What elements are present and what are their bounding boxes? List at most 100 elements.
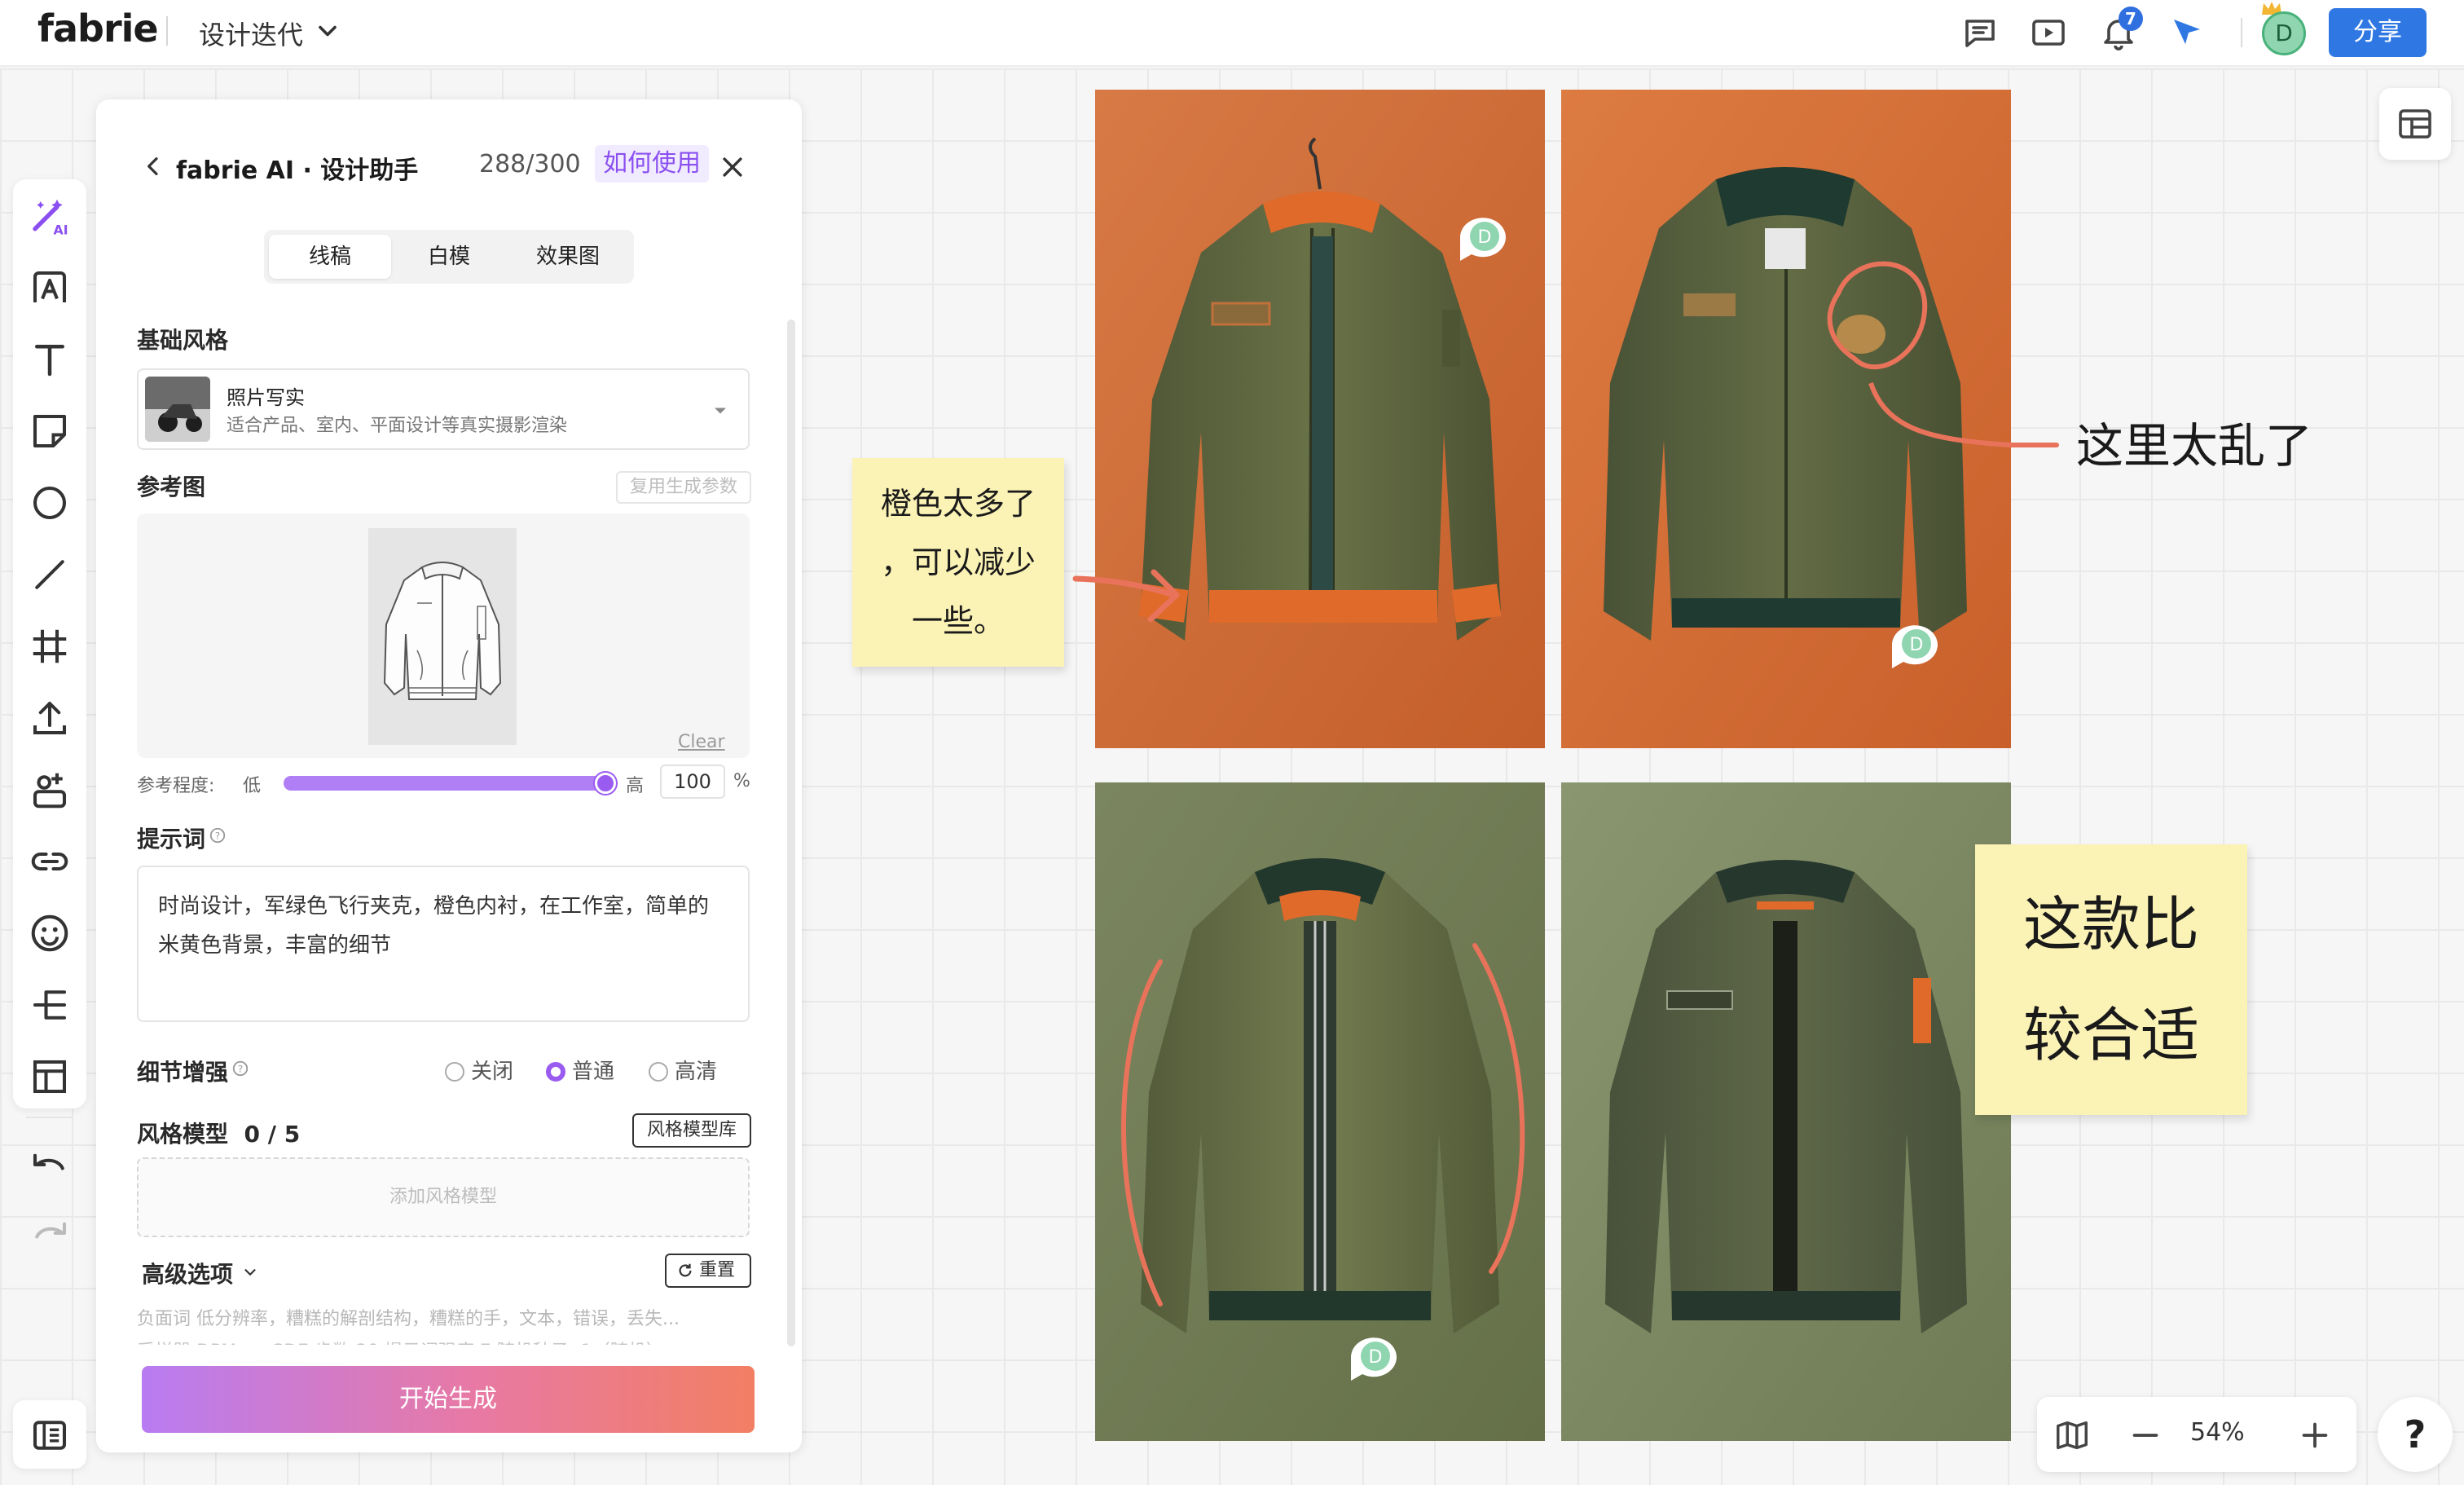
reference-image-label: 参考图 — [137, 474, 206, 500]
svg-text:?: ? — [215, 831, 220, 842]
mind-map-icon[interactable] — [28, 983, 72, 1027]
close-icon[interactable] — [719, 153, 746, 181]
reset-label: 重置 — [699, 1260, 736, 1280]
table-layout-icon — [2399, 109, 2431, 139]
sticky-note-icon[interactable] — [28, 409, 72, 453]
style-model-library-button[interactable]: 风格模型库 — [632, 1113, 751, 1148]
add-style-model-button[interactable]: 添加风格模型 — [137, 1157, 750, 1237]
sticky-note-line: 一些。 — [911, 603, 1005, 639]
jacket-image-2[interactable] — [1561, 90, 2011, 748]
slider-high-label: 高 — [626, 776, 645, 796]
jacket-photo — [1561, 90, 2011, 748]
annotation-arrow — [1072, 569, 1180, 623]
ai-magic-icon[interactable]: AI — [28, 194, 72, 238]
svg-text:?: ? — [238, 1064, 243, 1075]
reference-degree-slider[interactable] — [284, 776, 609, 791]
table-icon[interactable] — [28, 1055, 72, 1099]
style-model-label: 风格模型 0 / 5 — [137, 1121, 301, 1148]
chat-icon[interactable] — [1960, 13, 2000, 52]
back-icon[interactable] — [140, 153, 166, 179]
redo-icon[interactable] — [28, 1211, 72, 1255]
project-title[interactable]: 设计迭代 — [199, 15, 303, 52]
style-name: 照片写实 — [227, 386, 305, 409]
tab-rendering[interactable]: 效果图 — [507, 235, 629, 279]
caret-down-icon — [715, 408, 726, 414]
map-icon[interactable] — [2053, 1417, 2091, 1454]
emoji-icon[interactable] — [28, 911, 72, 955]
comment-pin[interactable]: D — [1455, 214, 1511, 264]
jacket-image-3[interactable] — [1095, 782, 1545, 1441]
frame-icon[interactable] — [28, 624, 72, 668]
radio-normal[interactable]: 普通 — [546, 1055, 614, 1085]
radio-button-selected — [546, 1062, 565, 1082]
text-frame-icon[interactable] — [28, 266, 72, 310]
radio-button — [649, 1062, 668, 1082]
template-icon[interactable] — [28, 768, 72, 812]
reference-degree-label: 参考程度: — [137, 776, 215, 796]
help-icon[interactable]: ? — [209, 826, 227, 844]
scrollbar[interactable] — [787, 319, 795, 1346]
detail-enhance-label: 细节增强 — [137, 1059, 229, 1086]
zoom-in-icon[interactable] — [2296, 1417, 2334, 1454]
reuse-params-button[interactable]: 复用生成参数 — [616, 471, 751, 504]
annotation-text[interactable]: 这里太乱了 — [2076, 408, 2312, 476]
zoom-level[interactable]: 54% — [2190, 1418, 2245, 1447]
sticky-note-line: 较合适 — [2022, 1001, 2199, 1069]
comment-pin[interactable]: D — [1346, 1333, 1401, 1384]
panel-title: fabrie AI · 设计助手 — [176, 156, 419, 185]
svg-text:AI: AI — [54, 223, 68, 238]
sticky-note-line: ，可以减少 — [880, 544, 1036, 580]
clear-reference-link[interactable]: Clear — [678, 732, 725, 752]
how-to-use-link[interactable]: 如何使用 — [595, 145, 709, 183]
comment-pin[interactable]: D — [1887, 621, 1943, 672]
slider-handle[interactable] — [595, 773, 616, 794]
radio-label: 关闭 — [471, 1060, 514, 1084]
zoom-out-icon[interactable] — [2127, 1417, 2164, 1454]
tab-white-model[interactable]: 白模 — [388, 235, 510, 279]
upload-icon[interactable] — [28, 696, 72, 740]
sticky-note[interactable]: 这款比 较合适 — [1975, 844, 2247, 1115]
avatar[interactable]: D — [2262, 11, 2306, 55]
circle-icon[interactable] — [28, 481, 72, 525]
svg-text:D: D — [1910, 635, 1924, 655]
style-description: 适合产品、室内、平面设计等真实摄影渲染 — [227, 416, 568, 436]
slider-low-label: 低 — [243, 776, 262, 796]
base-style-select[interactable]: 照片写实 适合产品、室内、平面设计等真实摄影渲染 — [137, 368, 750, 450]
jacket-photo — [1095, 782, 1545, 1441]
jacket-image-4[interactable] — [1561, 782, 2011, 1441]
divider — [166, 16, 168, 46]
text-icon[interactable] — [28, 337, 72, 381]
cursor-follow-icon[interactable] — [2169, 13, 2208, 52]
presentation-icon[interactable] — [2029, 13, 2068, 52]
style-thumbnail — [145, 377, 210, 442]
sidebar-toggle-button[interactable] — [13, 1400, 86, 1469]
credits-counter: 288/300 — [479, 150, 581, 178]
zoom-controls: 54% — [2037, 1397, 2356, 1472]
layout-panel-button[interactable] — [2379, 88, 2451, 160]
advanced-options-toggle[interactable]: 高级选项 — [142, 1257, 233, 1289]
reset-button[interactable]: 重置 — [665, 1254, 751, 1288]
annotation-line — [2011, 443, 2059, 447]
link-icon[interactable] — [28, 839, 72, 884]
radio-hd[interactable]: 高清 — [649, 1055, 717, 1085]
help-icon[interactable]: ? — [231, 1060, 249, 1077]
app-logo[interactable]: fabrie — [37, 7, 159, 51]
radio-label: 普通 — [572, 1060, 615, 1084]
sticky-note[interactable]: 橙色太多了 ，可以减少 一些。 — [852, 458, 1064, 667]
prompt-textarea[interactable]: 时尚设计，军绿色飞行夹克，橙色内衬，在工作室，简单的米黄色背景，丰富的细节 — [137, 866, 750, 1022]
reference-image-area[interactable]: Clear — [137, 513, 750, 758]
chevron-down-icon[interactable] — [313, 16, 342, 46]
negative-prompt-summary: 负面词 低分辨率，糟糕的解剖结构，糟糕的手，文本，错误，丢失... — [137, 1309, 680, 1329]
radio-button — [445, 1062, 464, 1082]
jacket-image-1[interactable] — [1095, 90, 1545, 748]
tab-lineart[interactable]: 线稿 — [269, 235, 391, 279]
share-button[interactable]: 分享 — [2329, 8, 2427, 57]
generate-button[interactable]: 开始生成 — [142, 1366, 755, 1433]
radio-off[interactable]: 关闭 — [445, 1055, 513, 1085]
help-button[interactable]: ? — [2378, 1397, 2453, 1472]
undo-icon[interactable] — [28, 1143, 72, 1187]
top-bar: fabrie 设计迭代 7 D 分享 — [0, 0, 2464, 67]
reference-degree-input[interactable]: 100 — [660, 765, 725, 799]
line-icon[interactable] — [28, 553, 72, 597]
chevron-down-icon[interactable] — [241, 1263, 259, 1281]
